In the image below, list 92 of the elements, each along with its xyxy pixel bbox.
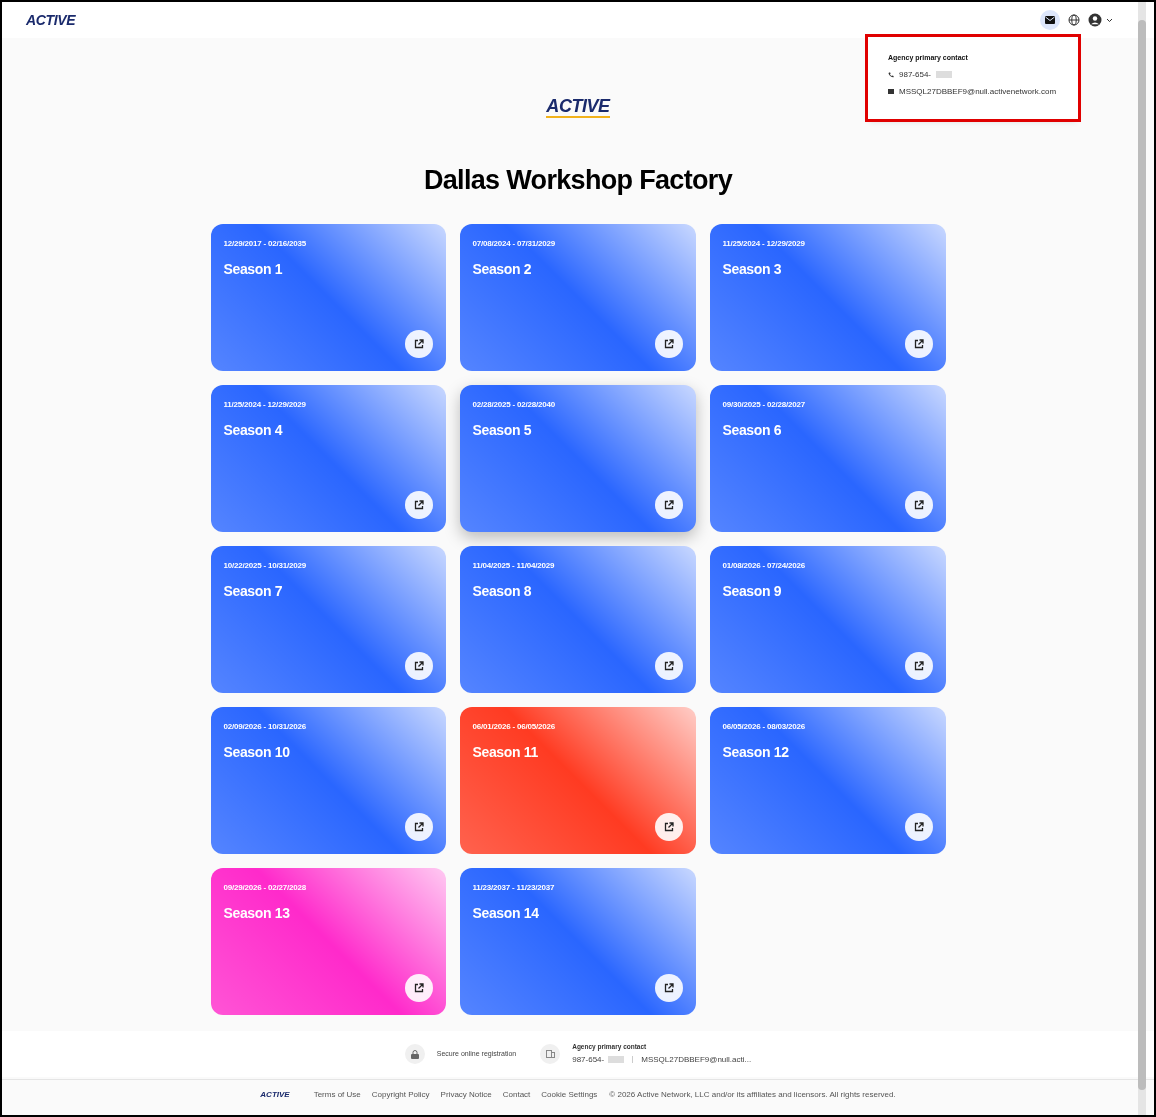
season-name: Season 11 bbox=[472, 743, 539, 762]
season-dates: 02/28/2025 - 02/28/2040 bbox=[472, 399, 557, 411]
external-link-icon bbox=[413, 983, 424, 993]
phone-icon bbox=[888, 71, 894, 78]
footer-link[interactable]: Cookie Settings bbox=[541, 1088, 598, 1101]
season-dates: 11/04/2025 - 11/04/2029 bbox=[472, 560, 556, 572]
season-card[interactable]: 10/22/2025 - 10/31/2029 Season 7 bbox=[210, 546, 446, 693]
season-card[interactable]: 01/08/2026 - 07/24/2026 Season 9 bbox=[709, 546, 946, 693]
masked-digits bbox=[936, 71, 953, 78]
external-link-icon bbox=[913, 500, 924, 510]
active-logo[interactable]: ACTIVE bbox=[26, 9, 76, 31]
account-icon[interactable] bbox=[1088, 13, 1114, 27]
season-dates: 06/01/2026 - 06/05/2026 bbox=[472, 721, 557, 733]
building-icon bbox=[540, 1044, 561, 1064]
email-address[interactable]: MSSQL27DBBEF9@null.acti... bbox=[641, 1053, 752, 1066]
external-link-icon bbox=[913, 661, 924, 671]
external-link-icon bbox=[913, 339, 924, 349]
footer-link[interactable]: Copyright Policy bbox=[371, 1088, 430, 1101]
external-link-icon bbox=[913, 822, 924, 832]
season-name: Season 14 bbox=[472, 904, 540, 923]
season-dates: 11/25/2024 - 12/29/2029 bbox=[223, 399, 307, 411]
phone-number: 987-654- bbox=[572, 1053, 605, 1066]
season-card[interactable]: 09/30/2025 - 02/28/2027 Season 6 bbox=[709, 385, 946, 532]
external-link-icon bbox=[413, 339, 424, 349]
season-name: Season 13 bbox=[223, 904, 291, 923]
season-card[interactable]: 11/04/2025 - 11/04/2029 Season 8 bbox=[459, 546, 696, 693]
season-name: Season 3 bbox=[722, 260, 783, 279]
footer-link[interactable]: Terms of Use bbox=[313, 1088, 361, 1101]
open-external-button[interactable] bbox=[404, 330, 433, 358]
active-logo[interactable]: ACTIVE bbox=[260, 1088, 290, 1101]
external-link-icon bbox=[663, 339, 674, 349]
footer-link[interactable]: Contact bbox=[502, 1088, 531, 1101]
external-link-icon bbox=[663, 983, 674, 993]
season-card[interactable]: 11/25/2024 - 12/29/2029 Season 3 bbox=[709, 224, 946, 371]
open-external-button[interactable] bbox=[654, 974, 683, 1002]
copyright-text: © 2026 Active Network, LLC and/or its affiliates and licensors. All rights reserved. bbox=[609, 1088, 896, 1101]
season-dates: 11/23/2037 - 11/23/2037 bbox=[472, 882, 556, 894]
masked-digits bbox=[608, 1056, 625, 1064]
lock-icon bbox=[404, 1044, 425, 1064]
external-link-icon bbox=[663, 500, 674, 510]
season-dates: 10/22/2025 - 10/31/2029 bbox=[223, 560, 308, 572]
season-dates: 02/09/2026 - 10/31/2026 bbox=[223, 721, 308, 733]
open-external-button[interactable] bbox=[654, 652, 683, 680]
season-card[interactable]: 11/25/2024 - 12/29/2029 Season 4 bbox=[210, 385, 446, 532]
season-dates: 09/29/2026 - 02/27/2028 bbox=[223, 882, 308, 894]
active-logo: ACTIVE bbox=[546, 96, 610, 118]
season-name: Season 4 bbox=[223, 421, 284, 440]
external-link-icon bbox=[663, 822, 674, 832]
open-external-button[interactable] bbox=[904, 652, 933, 680]
external-link-icon bbox=[413, 500, 424, 510]
email-address[interactable]: MSSQL27DBBEF9@null.activenetwork.com bbox=[899, 85, 1057, 98]
season-name: Season 9 bbox=[722, 582, 783, 601]
season-dates: 12/29/2017 - 02/16/2035 bbox=[223, 238, 308, 250]
season-name: Season 10 bbox=[223, 743, 291, 762]
page-title: Dallas Workshop Factory bbox=[423, 164, 733, 196]
external-link-icon bbox=[663, 661, 674, 671]
season-card[interactable]: 06/01/2026 - 06/05/2026 Season 11 bbox=[459, 707, 696, 854]
season-dates: 07/08/2024 - 07/31/2029 bbox=[472, 238, 557, 250]
season-name: Season 6 bbox=[722, 421, 783, 440]
season-name: Season 5 bbox=[472, 421, 533, 440]
season-card[interactable]: 09/29/2026 - 02/27/2028 Season 13 bbox=[210, 868, 446, 1015]
season-name: Season 2 bbox=[472, 260, 533, 279]
season-dates: 11/25/2024 - 12/29/2029 bbox=[722, 238, 806, 250]
open-external-button[interactable] bbox=[904, 330, 933, 358]
open-external-button[interactable] bbox=[654, 813, 683, 841]
season-card[interactable]: 07/08/2024 - 07/31/2029 Season 2 bbox=[459, 224, 696, 371]
season-name: Season 8 bbox=[472, 582, 533, 601]
open-external-button[interactable] bbox=[904, 813, 933, 841]
phone-number: 987-654- bbox=[899, 68, 932, 81]
open-external-button[interactable] bbox=[654, 330, 683, 358]
season-card[interactable]: 06/05/2026 - 08/03/2026 Season 12 bbox=[709, 707, 946, 854]
season-dates: 06/05/2026 - 08/03/2026 bbox=[722, 721, 807, 733]
external-link-icon bbox=[413, 661, 424, 671]
open-external-button[interactable] bbox=[904, 491, 933, 519]
season-name: Season 1 bbox=[223, 260, 284, 279]
season-card[interactable]: 12/29/2017 - 02/16/2035 Season 1 bbox=[210, 224, 446, 371]
external-link-icon bbox=[413, 822, 424, 832]
footer-link[interactable]: Privacy Notice bbox=[440, 1088, 492, 1101]
open-external-button[interactable] bbox=[404, 974, 433, 1002]
open-external-button[interactable] bbox=[404, 652, 433, 680]
open-external-button[interactable] bbox=[654, 491, 683, 519]
globe-icon[interactable] bbox=[1068, 14, 1080, 26]
season-name: Season 7 bbox=[223, 582, 284, 601]
open-external-button[interactable] bbox=[404, 813, 433, 841]
season-card[interactable]: 02/28/2025 - 02/28/2040 Season 5 bbox=[459, 385, 696, 532]
season-card[interactable]: 02/09/2026 - 10/31/2026 Season 10 bbox=[210, 707, 446, 854]
season-dates: 01/08/2026 - 07/24/2026 bbox=[722, 560, 807, 572]
season-card[interactable]: 11/23/2037 - 11/23/2037 Season 14 bbox=[459, 868, 696, 1015]
season-dates: 09/30/2025 - 02/28/2027 bbox=[722, 399, 807, 411]
open-external-button[interactable] bbox=[404, 491, 433, 519]
season-name: Season 12 bbox=[722, 743, 790, 762]
mail-button[interactable] bbox=[1040, 10, 1060, 30]
